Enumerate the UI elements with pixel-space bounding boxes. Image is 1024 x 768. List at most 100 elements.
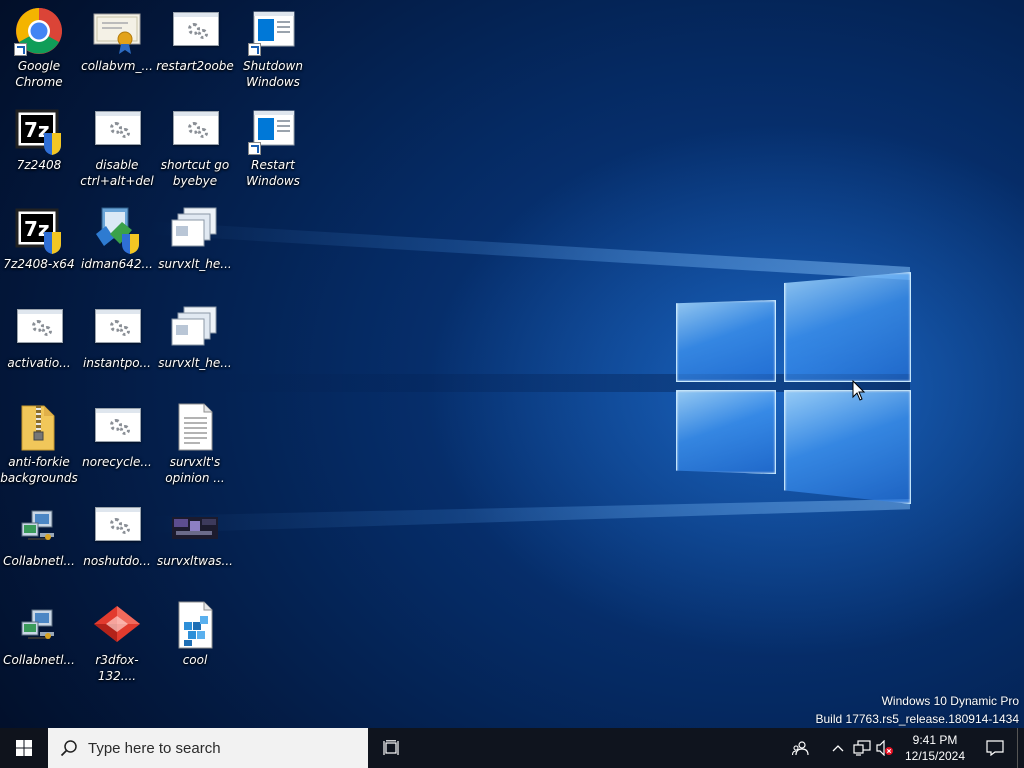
taskbar: Type here to search 9:41 PM 12/15/2024 <box>0 728 1024 768</box>
batch-file-icon <box>92 303 142 353</box>
clock[interactable]: 9:41 PM 12/15/2024 <box>897 728 973 768</box>
desktop-icon-survxltwas[interactable]: survxltwas... <box>156 495 234 591</box>
desktop-icon-label: anti-forkie backgrounds <box>0 455 78 485</box>
desktop-icon-label: 7z2408-x64 <box>3 257 75 271</box>
batch-file-icon <box>14 303 64 353</box>
desktop-icon-survxlts-opinion[interactable]: survxlt's opinion ... <box>156 396 234 492</box>
volume-muted-icon <box>876 740 893 756</box>
desktop-icon-label: cool <box>182 653 208 667</box>
r3dfox-icon <box>92 600 142 650</box>
certificate-icon <box>92 6 142 56</box>
zip-folder-icon <box>14 402 64 452</box>
desktop-icon-label: Collabnetl... <box>3 653 75 667</box>
chrome-icon <box>14 6 64 56</box>
network-computer-icon <box>14 501 64 551</box>
batch-file-icon <box>92 402 142 452</box>
desktop-icon-disable-ctrl-alt-del[interactable]: disable ctrl+alt+del <box>78 99 156 195</box>
wallpaper-shadow-band <box>200 374 910 392</box>
desktop-icon-7z2408-x64[interactable]: 7z 7z2408-x64 <box>0 198 78 294</box>
7zip-installer-icon: 7z <box>14 204 64 254</box>
task-view-button[interactable] <box>368 728 416 768</box>
desktop-icon-label: norecycle... <box>82 455 152 469</box>
desktop-icon-label: 7z2408 <box>16 158 62 172</box>
desktop-icon-shutdown-windows[interactable]: Shutdown Windows <box>234 0 312 96</box>
desktop-icon-label: collabvm_... <box>81 59 153 73</box>
desktop-icon-label: activatio... <box>7 356 71 370</box>
notification-icon <box>986 740 1004 756</box>
show-desktop-button[interactable] <box>1017 728 1024 768</box>
multi-window-file-icon <box>170 204 220 254</box>
taskbar-search-box[interactable]: Type here to search <box>48 728 368 768</box>
window-shortcut-icon <box>248 105 298 155</box>
desktop-icon-label: shortcut go byebye <box>160 158 230 188</box>
batch-file-icon <box>92 105 142 155</box>
desktop-icon-label: survxlt's opinion ... <box>165 455 225 485</box>
network-button[interactable] <box>851 728 873 768</box>
desktop-icon-survxlt-he-2[interactable]: survxlt_he... <box>156 297 234 393</box>
desktop-icon-cool[interactable]: cool <box>156 594 234 690</box>
blocks-document-icon <box>170 600 220 650</box>
desktop-icon-collabnetl-2[interactable]: Collabnetl... <box>0 594 78 690</box>
desktop-icon-label: Collabnetl... <box>3 554 75 568</box>
network-icon <box>853 740 871 756</box>
desktop-icon-collabnetl-1[interactable]: Collabnetl... <box>0 495 78 591</box>
desktop-icon-label: restart2oobe <box>156 59 234 73</box>
desktop-icon-label: survxlt_he... <box>158 257 232 271</box>
people-button[interactable] <box>783 728 819 768</box>
windows-logo-icon <box>16 740 32 756</box>
shortcut-arrow-icon <box>248 142 261 155</box>
shortcut-arrow-icon <box>248 43 261 56</box>
desktop-icon-collabvm[interactable]: collabvm_... <box>78 0 156 96</box>
mouse-cursor-icon <box>852 380 866 401</box>
text-document-icon <box>170 402 220 452</box>
desktop-icon-r3dfox[interactable]: r3dfox-132.... <box>78 594 156 690</box>
desktop-icon-label: Google Chrome <box>15 59 63 89</box>
shortcut-arrow-icon <box>14 43 27 56</box>
windows-version-watermark: Windows 10 Dynamic Pro Build 17763.rs5_r… <box>816 692 1020 728</box>
clock-date: 12/15/2024 <box>904 749 966 763</box>
installer-package-icon <box>92 204 142 254</box>
desktop-icon-label: Restart Windows <box>246 158 300 188</box>
show-hidden-icons-button[interactable] <box>825 728 851 768</box>
desktop-icon-norecycle[interactable]: norecycle... <box>78 396 156 492</box>
7zip-installer-icon: 7z <box>14 105 64 155</box>
window-shortcut-icon <box>248 6 298 56</box>
desktop-icon-anti-forkie-backgrounds[interactable]: anti-forkie backgrounds <box>0 396 78 492</box>
action-center-button[interactable] <box>973 728 1017 768</box>
people-icon <box>792 741 809 756</box>
desktop-icon-activation[interactable]: activatio... <box>0 297 78 393</box>
system-tray: 9:41 PM 12/15/2024 <box>783 728 1024 768</box>
desktop-icon-7z2408[interactable]: 7z 7z2408 <box>0 99 78 195</box>
desktop-icon-label: idman642... <box>81 257 153 271</box>
wallpaper-light-beam <box>150 499 910 533</box>
image-thumbnail-icon <box>170 501 220 551</box>
network-computer-icon <box>14 600 64 650</box>
batch-file-icon <box>170 6 220 56</box>
desktop-icon-noshutdo[interactable]: noshutdo... <box>78 495 156 591</box>
desktop-icon-label: noshutdo... <box>83 554 151 568</box>
desktop-icon-restart-windows[interactable]: Restart Windows <box>234 99 312 195</box>
batch-file-icon <box>170 105 220 155</box>
watermark-edition: Windows 10 Dynamic Pro <box>881 694 1019 708</box>
desktop-icon-label: survxlt_he... <box>158 356 232 370</box>
start-button[interactable] <box>0 728 48 768</box>
desktop-icon-label: r3dfox-132.... <box>95 653 139 683</box>
task-view-icon <box>383 740 399 755</box>
desktop-icon-google-chrome[interactable]: Google Chrome <box>0 0 78 96</box>
clock-time: 9:41 PM <box>912 733 958 747</box>
desktop-icon-shortcut-go-byebye[interactable]: shortcut go byebye <box>156 99 234 195</box>
desktop-icon-restart2oobe[interactable]: restart2oobe <box>156 0 234 96</box>
desktop-icon-label: instantpo... <box>83 356 151 370</box>
search-placeholder: Type here to search <box>88 739 221 757</box>
volume-button[interactable] <box>873 728 897 768</box>
desktop-icon-label: survxltwas... <box>157 554 233 568</box>
batch-file-icon <box>92 501 142 551</box>
multi-window-file-icon <box>170 303 220 353</box>
desktop-icon-survxlt-he-1[interactable]: survxlt_he... <box>156 198 234 294</box>
watermark-build: Build 17763.rs5_release.180914-1434 <box>815 712 1020 726</box>
desktop-icon-instantpo[interactable]: instantpo... <box>78 297 156 393</box>
desktop-icon-label: Shutdown Windows <box>243 59 303 89</box>
chevron-up-icon <box>832 745 844 752</box>
search-icon <box>60 740 77 757</box>
desktop-icon-idman642[interactable]: idman642... <box>78 198 156 294</box>
